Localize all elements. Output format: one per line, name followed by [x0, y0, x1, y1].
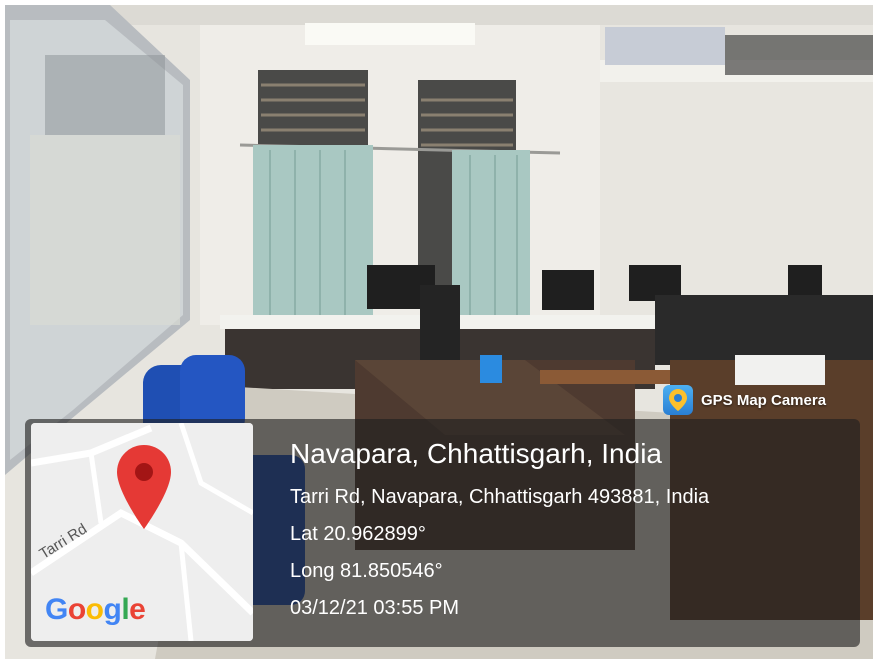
gps-map-camera-icon [663, 385, 693, 415]
location-longitude: Long 81.850546° [290, 560, 443, 582]
badge-label: GPS Map Camera [701, 391, 827, 409]
google-logo: Google [45, 593, 146, 626]
location-info: Navapara, Chhattisgarh, India Tarri Rd, … [290, 435, 709, 627]
location-title: Navapara, Chhattisgarh, India [290, 438, 662, 469]
location-address: Tarri Rd, Navapara, Chhattisgarh 493881,… [290, 486, 710, 508]
photo-frame: GPS Map Camera Tarri Rd Google Navapara,… [5, 5, 873, 659]
location-datetime: 03/12/21 03:55 PM [290, 597, 460, 619]
gps-map-camera-badge: GPS Map Camera [657, 383, 832, 417]
map-thumbnail: Tarri Rd Google [31, 423, 253, 641]
map-pin-icon [117, 445, 171, 529]
location-latitude: Lat 20.962899° [290, 523, 426, 545]
